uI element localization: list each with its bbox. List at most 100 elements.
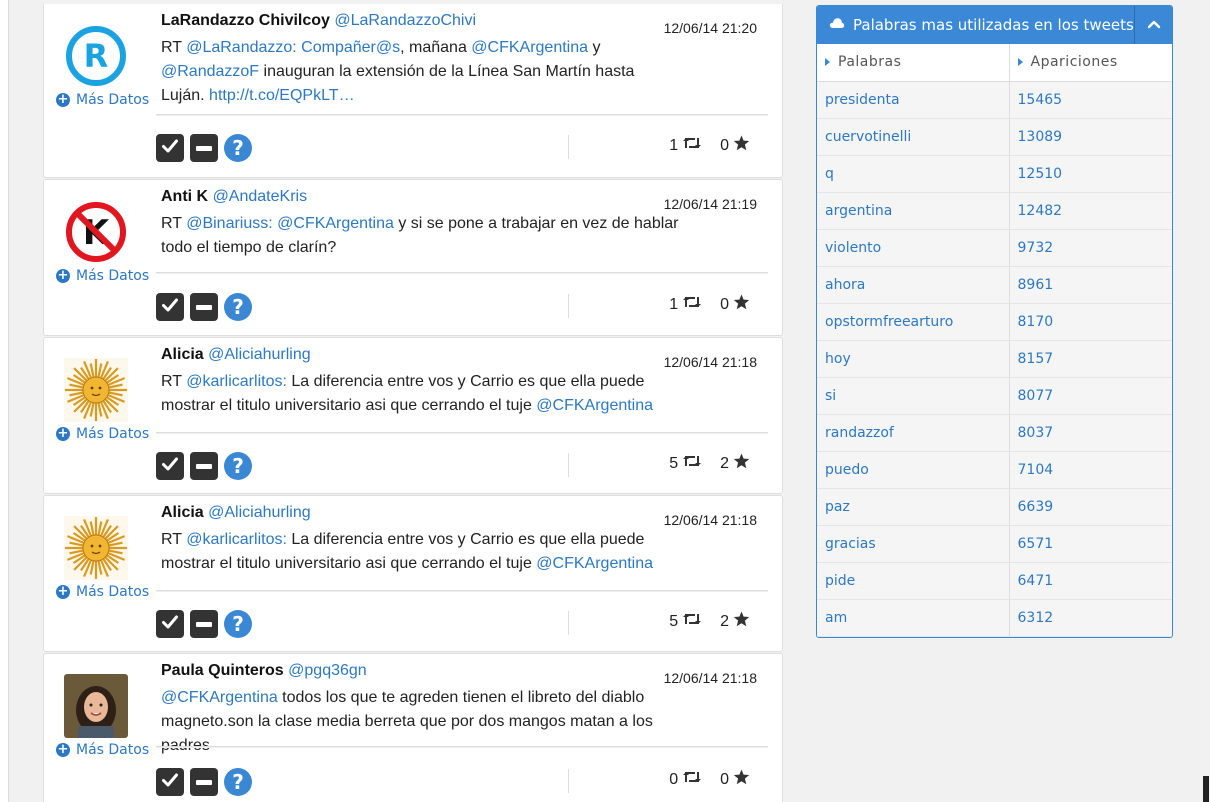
count-cell[interactable]: 15465 [1008, 81, 1172, 119]
count-cell[interactable]: 6639 [1008, 488, 1172, 526]
word-cell[interactable]: randazzof [817, 414, 1009, 452]
tweet-author-handle[interactable]: @Aliciahurling [208, 346, 311, 363]
reject-button[interactable] [190, 293, 218, 321]
tweet-link[interactable]: @Binariuss: @CFKArgentina [186, 215, 394, 232]
table-row[interactable]: gracias 6571 [817, 525, 1172, 563]
reject-button[interactable] [190, 134, 218, 162]
tweet-link[interactable]: @karlicarlitos: [186, 373, 287, 390]
table-row[interactable]: cuervotinelli 13089 [817, 118, 1172, 156]
count-cell[interactable]: 9732 [1008, 229, 1172, 267]
tweet-author-name[interactable]: Alicia [161, 346, 204, 363]
tweet-author-handle[interactable]: @LaRandazzoChivi [334, 12, 476, 29]
tweet-author-handle[interactable]: @pgq36gn [288, 662, 367, 679]
tweet-link[interactable]: @CFKArgentina [471, 39, 588, 56]
count-cell[interactable]: 13089 [1008, 118, 1172, 156]
tweet-author-handle[interactable]: @Aliciahurling [208, 504, 311, 521]
word-cell[interactable]: opstormfreearturo [817, 303, 1009, 341]
table-row[interactable]: randazzof 8037 [817, 414, 1172, 452]
count-cell[interactable]: 8077 [1008, 377, 1172, 415]
vertical-separator [568, 453, 569, 477]
table-row[interactable]: ahora 8961 [817, 266, 1172, 304]
word-cell[interactable]: paz [817, 488, 1009, 526]
retweet-icon [682, 136, 702, 155]
reject-button[interactable] [190, 610, 218, 638]
word-cell[interactable]: pide [817, 562, 1009, 600]
word-cell[interactable]: violento [817, 229, 1009, 267]
help-button[interactable]: ? [224, 610, 252, 638]
tweet-author-name[interactable]: LaRandazzo Chivilcoy [161, 12, 330, 29]
reject-button[interactable] [190, 452, 218, 480]
table-row[interactable]: hoy 8157 [817, 340, 1172, 378]
mas-datos-link[interactable]: + Más Datos [56, 426, 149, 442]
mas-datos-link[interactable]: + Más Datos [56, 742, 149, 758]
tweet-card: + Más Datos Paula Quinteros @pgq36gn 12/06/… [43, 653, 783, 802]
table-row[interactable]: puedo 7104 [817, 451, 1172, 489]
help-button[interactable]: ? [224, 452, 252, 480]
tweet-author-name[interactable]: Anti K [161, 188, 208, 205]
tweet-link[interactable]: http://t.co/EQPkLT… [209, 87, 355, 104]
retweet-count: 1 [669, 136, 679, 154]
column-header-apariciones[interactable]: Apariciones [1008, 44, 1172, 82]
word-cell[interactable]: argentina [817, 192, 1009, 230]
count-cell[interactable]: 6312 [1008, 599, 1172, 637]
mas-datos-link[interactable]: + Más Datos [56, 584, 149, 600]
count-cell[interactable]: 6471 [1008, 562, 1172, 600]
count-cell[interactable]: 7104 [1008, 451, 1172, 489]
count-cell[interactable]: 8157 [1008, 340, 1172, 378]
count-cell[interactable]: 12482 [1008, 192, 1172, 230]
word-cell[interactable]: hoy [817, 340, 1009, 378]
word-cell[interactable]: puedo [817, 451, 1009, 489]
tweet-link[interactable]: @RandazzoF [161, 63, 259, 80]
tweet-author-handle[interactable]: @AndateKris [213, 188, 308, 205]
divider [156, 272, 768, 274]
count-cell[interactable]: 8170 [1008, 303, 1172, 341]
word-cell[interactable]: gracias [817, 525, 1009, 563]
avatar[interactable]: K [64, 200, 128, 264]
approve-button[interactable] [156, 134, 184, 162]
collapse-button[interactable] [1134, 6, 1172, 44]
mas-datos-link[interactable]: + Más Datos [56, 92, 149, 108]
tweet-link[interactable]: @karlicarlitos: [186, 531, 287, 548]
table-row[interactable]: pide 6471 [817, 562, 1172, 600]
table-row[interactable]: paz 6639 [817, 488, 1172, 526]
table-row[interactable]: am 6312 [817, 599, 1172, 637]
table-row[interactable]: si 8077 [817, 377, 1172, 415]
approve-button[interactable] [156, 610, 184, 638]
mas-datos-link[interactable]: + Más Datos [56, 268, 149, 284]
avatar[interactable] [64, 358, 128, 422]
word-cell[interactable]: si [817, 377, 1009, 415]
avatar[interactable] [64, 516, 128, 580]
help-button[interactable]: ? [224, 768, 252, 796]
count-cell[interactable]: 8961 [1008, 266, 1172, 304]
table-row[interactable]: violento 9732 [817, 229, 1172, 267]
approve-button[interactable] [156, 452, 184, 480]
count-cell[interactable]: 8037 [1008, 414, 1172, 452]
tweet-author-name[interactable]: Alicia [161, 504, 204, 521]
avatar[interactable] [64, 674, 128, 738]
table-row[interactable]: presidenta 15465 [817, 81, 1172, 119]
tweet-link[interactable]: @CFKArgentina [536, 397, 653, 414]
tweet-author-name[interactable]: Paula Quinteros [161, 662, 284, 679]
count-cell[interactable]: 12510 [1008, 155, 1172, 193]
word-cell[interactable]: ahora [817, 266, 1009, 304]
scrollbar-thumb[interactable] [1203, 776, 1209, 802]
table-row[interactable]: opstormfreearturo 8170 [817, 303, 1172, 341]
reject-button[interactable] [190, 768, 218, 796]
approve-button[interactable] [156, 293, 184, 321]
word-cell[interactable]: cuervotinelli [817, 118, 1009, 156]
table-row[interactable]: q 12510 [817, 155, 1172, 193]
count-cell[interactable]: 6571 [1008, 525, 1172, 563]
help-button[interactable]: ? [224, 293, 252, 321]
tweet-stats: 52 [669, 611, 750, 632]
approve-button[interactable] [156, 768, 184, 796]
word-cell[interactable]: am [817, 599, 1009, 637]
tweet-link[interactable]: @CFKArgentina [161, 689, 278, 706]
tweet-link[interactable]: @CFKArgentina [536, 555, 653, 572]
avatar[interactable]: R [64, 24, 128, 88]
word-cell[interactable]: q [817, 155, 1009, 193]
tweet-link[interactable]: @LaRandazzo: Compañer@s [186, 39, 400, 56]
table-row[interactable]: argentina 12482 [817, 192, 1172, 230]
column-header-palabras[interactable]: Palabras [817, 44, 1009, 82]
help-button[interactable]: ? [224, 134, 252, 162]
word-cell[interactable]: presidenta [817, 81, 1009, 119]
